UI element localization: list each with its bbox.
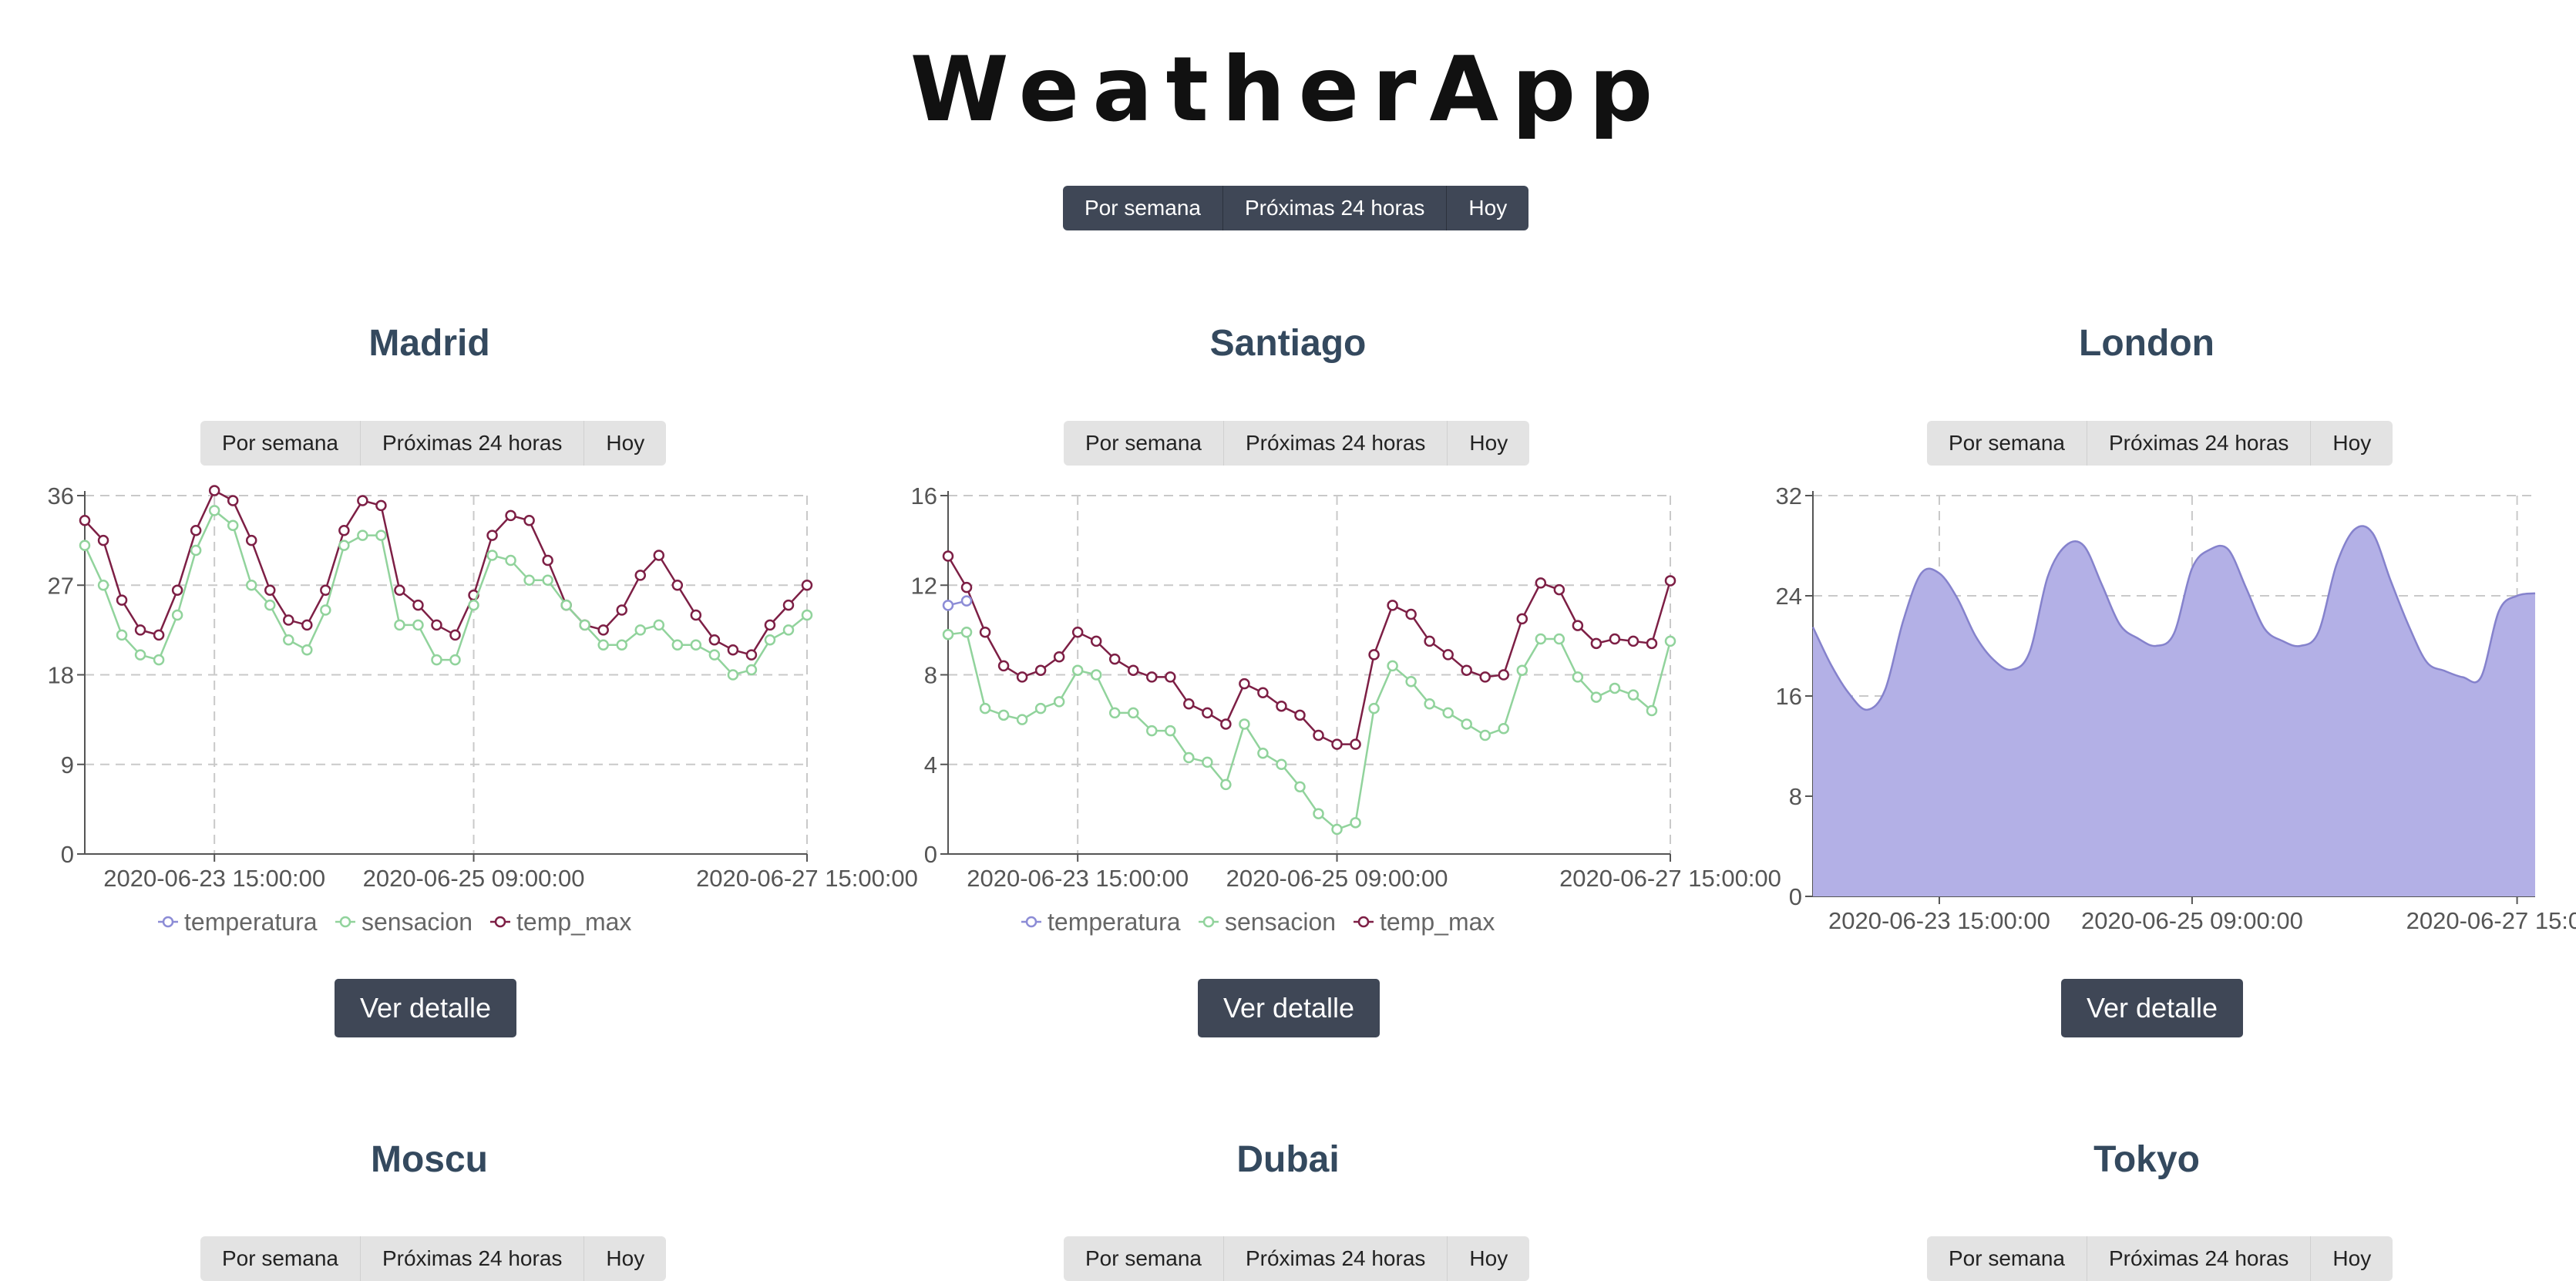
- london-detail-button[interactable]: Ver detalle: [2061, 979, 2243, 1037]
- y-tick-label: 32: [1776, 482, 1802, 509]
- moscu-range-tabs: Por semana Próximas 24 horas Hoy: [200, 1236, 667, 1281]
- city-title-moscu: Moscu: [370, 1139, 488, 1180]
- city-title-tokyo: Tokyo: [2093, 1139, 2200, 1180]
- x-tick-label: 2020-06-25 09:00:00: [2081, 907, 2303, 934]
- dubai-range-tabs: Por semana Próximas 24 horas Hoy: [1064, 1236, 1530, 1281]
- x-tick-label: 2020-06-23 15:00:00: [1828, 907, 2050, 934]
- moscu-tab-proximas-24-horas[interactable]: Próximas 24 horas: [360, 1236, 585, 1281]
- dubai-tab-hoy[interactable]: Hoy: [1448, 1236, 1530, 1281]
- y-tick-label: 8: [1789, 783, 1802, 810]
- tokyo-tab-por-semana[interactable]: Por semana: [1927, 1236, 2087, 1281]
- city-title-dubai: Dubai: [1236, 1139, 1340, 1180]
- dubai-tab-por-semana[interactable]: Por semana: [1064, 1236, 1224, 1281]
- y-tick-label: 24: [1776, 583, 1802, 610]
- tokyo-range-tabs: Por semana Próximas 24 horas Hoy: [1927, 1236, 2393, 1281]
- tokyo-tab-hoy[interactable]: Hoy: [2311, 1236, 2393, 1281]
- moscu-tab-por-semana[interactable]: Por semana: [200, 1236, 361, 1281]
- y-tick-label: 0: [1789, 883, 1802, 910]
- london-chart: 0 8 16 24 32 2020-06-23 15:00:00 2020-06-25 09…: [1776, 482, 2576, 934]
- dubai-tab-proximas-24-horas[interactable]: Próximas 24 horas: [1223, 1236, 1448, 1281]
- tokyo-tab-proximas-24-horas[interactable]: Próximas 24 horas: [2087, 1236, 2312, 1281]
- moscu-tab-hoy[interactable]: Hoy: [584, 1236, 667, 1281]
- y-tick-label: 16: [1776, 683, 1802, 710]
- temperatura-area: [1813, 526, 2535, 896]
- x-tick-label: 2020-06-27 15:00:00: [2406, 907, 2576, 934]
